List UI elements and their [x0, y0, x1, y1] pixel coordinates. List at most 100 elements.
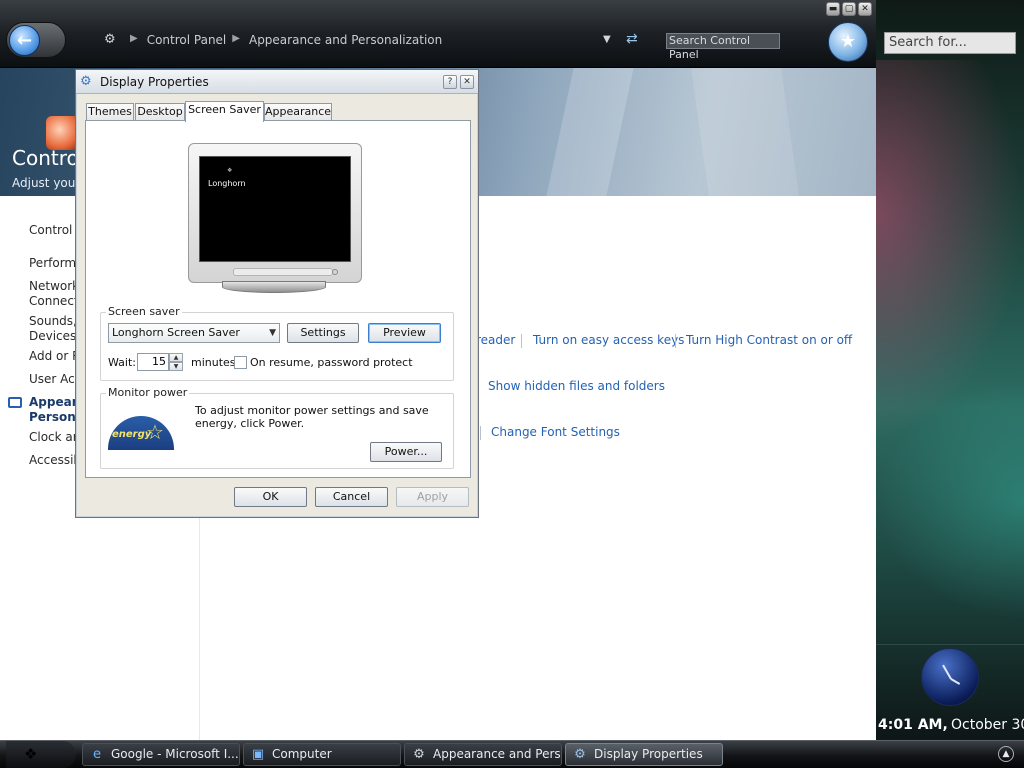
tab-desktop[interactable]: Desktop	[135, 103, 185, 121]
maximize-button[interactable]: ▢	[842, 2, 856, 16]
taskbar-item-label: Appearance and Pers...	[433, 747, 562, 761]
monitor-slot	[233, 268, 333, 276]
spin-down-icon[interactable]: ▼	[169, 362, 183, 371]
breadcrumb-separator-icon: ▶	[130, 33, 138, 44]
vista-sidebar: Search for... 4:01 AM, October 30	[876, 0, 1024, 740]
monitor-power-led	[332, 269, 338, 275]
show-sidebar-icon[interactable]: ▲	[998, 746, 1014, 762]
link-separator	[521, 334, 522, 348]
display-properties-icon: ⚙	[574, 747, 586, 762]
taskbar-item-internet-explorer[interactable]: e Google - Microsoft I...	[82, 743, 240, 766]
active-item-marker-icon	[8, 397, 22, 408]
sidebar-divider	[876, 644, 1024, 645]
sidebar-background-glow	[876, 380, 1024, 620]
screen-saver-select[interactable]: Longhorn Screen Saver ▼	[108, 323, 280, 343]
spin-up-icon[interactable]: ▲	[169, 353, 183, 362]
link-font-settings[interactable]: Change Font Settings	[491, 425, 620, 439]
internet-explorer-icon: e	[93, 747, 101, 762]
minutes-label: minutes	[191, 356, 236, 369]
breadcrumb-separator-icon: ▶	[232, 33, 240, 44]
monitor-power-group-label: Monitor power	[106, 386, 190, 399]
wait-stepper[interactable]: ▲ ▼	[169, 353, 183, 371]
page-title: Contro	[12, 146, 79, 170]
header-decoration	[546, 68, 634, 196]
preview-screen: ❖ Longhorn	[199, 156, 351, 262]
window-buttons: ▬ ▢ ✕	[826, 2, 872, 16]
taskbar-item-label: Google - Microsoft I...	[111, 747, 239, 761]
taskbar-item-label: Display Properties	[594, 747, 703, 761]
taskbar-item-appearance[interactable]: ⚙ Appearance and Pers...	[404, 743, 562, 766]
search-star-icon: ★	[839, 31, 857, 52]
screen-saver-selected: Longhorn Screen Saver	[112, 326, 240, 339]
preview-text: Longhorn	[208, 179, 246, 188]
sidebar-date: October 30	[951, 717, 1024, 733]
link-separator	[675, 334, 676, 348]
taskbar-item-display-properties[interactable]: ⚙ Display Properties	[565, 743, 723, 766]
taskbar-item-label: Computer	[272, 747, 332, 761]
power-button[interactable]: Power...	[370, 442, 442, 462]
control-panel-icon: ⚙	[413, 747, 425, 762]
password-protect-checkbox[interactable]	[234, 356, 247, 369]
header-decoration	[691, 68, 799, 196]
display-properties-icon: ⚙	[80, 74, 92, 89]
start-button[interactable]: ❖	[6, 741, 76, 768]
dialog-close-button[interactable]: ✕	[460, 75, 474, 89]
back-button[interactable]: ←	[6, 22, 66, 58]
monitor-stand	[222, 281, 326, 293]
windows-flag-icon: ❖	[227, 167, 233, 174]
clock-hand	[942, 664, 952, 680]
sidebar-item-sounds-line2[interactable]: Devices	[29, 329, 76, 344]
tab-themes[interactable]: Themes	[86, 103, 134, 121]
sidebar-item-add-remove[interactable]: Add or R	[29, 349, 80, 364]
refresh-icon[interactable]: ⇄	[626, 31, 638, 47]
tab-screen-saver[interactable]: Screen Saver	[185, 101, 264, 122]
breadcrumb-appearance[interactable]: Appearance and Personalization	[249, 33, 442, 47]
ok-button[interactable]: OK	[234, 487, 307, 507]
taskbar-item-computer[interactable]: ▣ Computer	[243, 743, 401, 766]
settings-button[interactable]: Settings	[287, 323, 359, 343]
page-subtitle: Adjust your	[12, 176, 81, 190]
screen-saver-group-label: Screen saver	[106, 305, 182, 318]
sidebar-item-clock[interactable]: Clock an	[29, 430, 80, 445]
wait-label: Wait:	[108, 356, 136, 369]
link-separator	[480, 426, 481, 440]
password-protect-label[interactable]: On resume, password protect	[250, 356, 413, 369]
close-button[interactable]: ✕	[858, 2, 872, 16]
monitor-power-text: To adjust monitor power settings and sav…	[195, 404, 429, 430]
sidebar-item-accessibility[interactable]: Accessib	[29, 453, 81, 468]
preview-button[interactable]: Preview	[368, 323, 441, 343]
control-panel-icon: ⚙	[104, 32, 116, 47]
wait-input[interactable]: 15	[137, 353, 169, 371]
sidebar-time: 4:01 AM,	[878, 717, 948, 733]
cancel-button[interactable]: Cancel	[315, 487, 388, 507]
link-easy-access-keys[interactable]: Turn on easy access keys	[533, 333, 684, 347]
control-panel-titlebar: ▬ ▢ ✕ ← ⚙ ▶ Control Panel ▶ Appearance a…	[0, 0, 876, 68]
dialog-titlebar[interactable]: ⚙ Display Properties ? ✕	[76, 70, 478, 94]
back-arrow-icon: ←	[9, 25, 40, 56]
monitor-preview-icon: ❖ Longhorn	[188, 143, 362, 283]
breadcrumb-control-panel[interactable]: Control Panel	[147, 33, 227, 47]
star-icon: ☆	[146, 420, 164, 444]
minimize-button[interactable]: ▬	[826, 2, 840, 16]
address-dropdown-icon[interactable]: ▼	[603, 34, 611, 45]
link-reader[interactable]: reader	[476, 333, 515, 347]
sidebar-item-network-line2[interactable]: Connect	[29, 294, 79, 309]
sidebar-item-user-accounts[interactable]: User Acc	[29, 372, 81, 387]
clock-gadget-icon[interactable]	[921, 648, 979, 706]
link-hidden-files[interactable]: Show hidden files and folders	[488, 379, 665, 393]
windows-logo-icon: ❖	[24, 745, 38, 763]
taskbar: ❖ e Google - Microsoft I... ▣ Computer ⚙…	[0, 740, 1024, 768]
help-button[interactable]: ?	[443, 75, 457, 89]
breadcrumb: ▶ Control Panel ▶ Appearance and Persona…	[124, 33, 442, 47]
link-high-contrast[interactable]: Turn High Contrast on or off	[686, 333, 852, 347]
tab-appearance[interactable]: Appearance	[264, 103, 332, 121]
sidebar-item-network[interactable]: Network	[29, 279, 79, 294]
apply-button[interactable]: Apply	[396, 487, 469, 507]
computer-icon: ▣	[251, 747, 265, 762]
sidebar-item-sounds[interactable]: Sounds,	[29, 314, 77, 329]
sidebar-search-input[interactable]: Search for...	[884, 32, 1016, 54]
search-input[interactable]: Search Control Panel	[666, 33, 780, 61]
dialog-title: Display Properties	[100, 75, 209, 89]
search-button[interactable]: ★	[828, 22, 868, 62]
clock-hand	[950, 678, 961, 685]
